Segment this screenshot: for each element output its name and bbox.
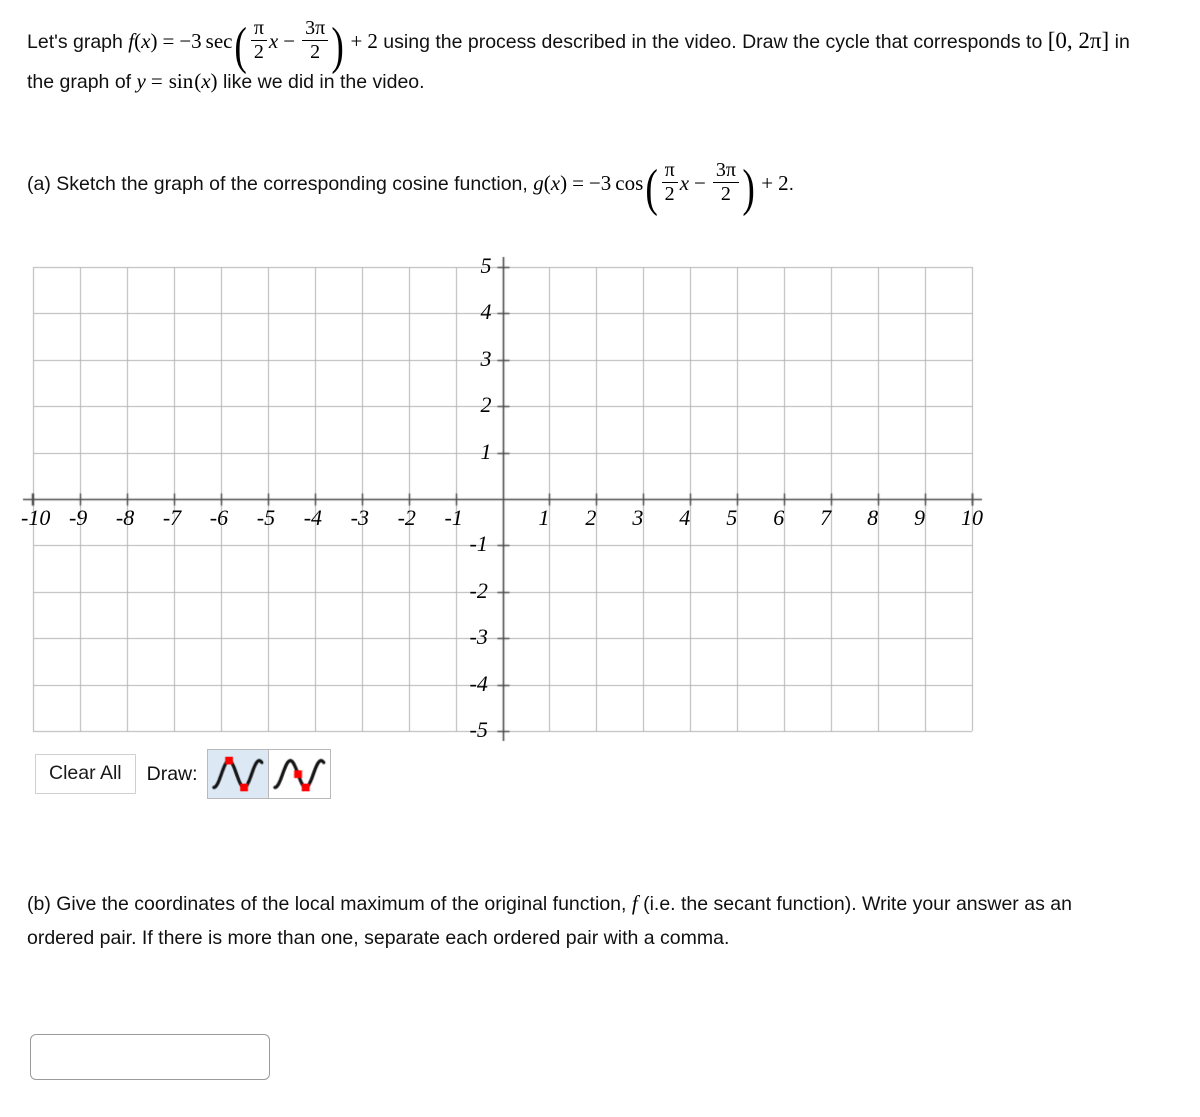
x-tick-label: 7	[820, 505, 832, 530]
minus-sign: −	[283, 28, 296, 53]
y-tick-label: 2	[480, 392, 492, 418]
x-tick-label: -3	[350, 505, 369, 530]
fraction-denominator: 2	[661, 182, 678, 205]
x-tick-label: -1	[444, 505, 463, 530]
graph-canvas[interactable]	[0, 250, 1010, 755]
part-a-prefix: (a) Sketch the graph of the correspondin…	[27, 172, 528, 195]
plus-sign: +	[350, 28, 363, 53]
g-symbol: g	[533, 170, 544, 195]
arg-variable: x	[268, 28, 279, 53]
part-b-line1-end: (i.e. the secant function).	[643, 893, 857, 915]
three-pi-over-2-fraction: 3π 2	[302, 17, 329, 63]
y-tick-label: -1	[469, 531, 488, 557]
x-tick-label: -6	[209, 505, 229, 530]
function-g-definition: g(x) = −3 cos(π 2 x −3π 2) +2	[533, 159, 789, 218]
x-tick-label: -8	[115, 505, 135, 530]
intro-line2-a: cycle that corresponds to	[825, 30, 1043, 53]
amplitude-coefficient: −3	[588, 170, 612, 195]
x-tick-label: -7	[162, 505, 182, 530]
intro-text-after: using the process described in the video…	[383, 30, 821, 53]
x-tick-label: 1	[538, 505, 550, 530]
intro-line2-c: like we did in the video.	[222, 71, 425, 94]
fraction-denominator: 2	[250, 40, 267, 63]
part-a-period: .	[788, 172, 795, 195]
x-tick-label: 2	[585, 505, 597, 530]
fraction-numerator: π	[664, 159, 675, 181]
part-a-paragraph: (a) Sketch the graph of the correspondin…	[27, 159, 1137, 218]
answer-input[interactable]	[30, 1034, 270, 1080]
minus-sign: −	[694, 170, 706, 195]
fraction-numerator: 3π	[305, 17, 326, 39]
y-tick-label: -3	[469, 624, 488, 650]
y-equals-sine: y = sin(x)	[136, 69, 218, 94]
plus-sign: +	[761, 170, 774, 195]
y-tick-label: -4	[469, 670, 488, 696]
vertical-shift: 2	[778, 170, 789, 195]
x-tick-label: -5	[256, 505, 276, 530]
y-tick-label: 4	[480, 299, 492, 325]
x-tick-label: 5	[726, 505, 738, 530]
equals-sign: =	[572, 170, 584, 195]
intro-paragraph: Let's graph f(x) = −3 sec(π 2 x −3π 2) +2 using …	[27, 17, 1137, 100]
x-tick-label: -4	[303, 505, 323, 530]
drawing-toolbar: Clear All Draw:	[35, 749, 331, 799]
x-tick-label: -2	[397, 505, 416, 530]
x-tick-label: 9	[914, 505, 926, 530]
x-tick-label: -10	[21, 505, 51, 530]
part-b-line1: (b) Give the coordinates of the local ma…	[27, 893, 627, 915]
equals-sign: =	[162, 28, 175, 53]
pi-over-2-fraction: π2	[250, 17, 267, 63]
pi-over-2-fraction: π2	[661, 159, 678, 205]
x-tick-label: -9	[68, 505, 88, 530]
y-tick-label: -5	[469, 717, 488, 742]
vertical-shift: 2	[367, 28, 378, 53]
draw-label: Draw:	[146, 762, 198, 785]
y-tick-label: -2	[469, 577, 488, 603]
coordinate-grid-plot[interactable]: -10 -9 -8 -7 -6 -5 -4 -3 -2 -1 1 2 3 4 5 6 7 8 9 10 5 4 3 2 1 -1 -…	[0, 250, 1010, 755]
sec-operator: sec	[205, 28, 233, 53]
fraction-denominator: 2	[712, 182, 739, 205]
amplitude-coefficient: −3	[179, 28, 202, 53]
fraction-numerator: 3π	[715, 159, 736, 181]
part-b-line3: comma.	[660, 926, 730, 949]
y-tick-label: 3	[480, 345, 492, 371]
sine-peak-trough-tool[interactable]	[206, 749, 269, 799]
x-tick-label: 3	[632, 505, 644, 530]
fraction-numerator: π	[253, 17, 264, 39]
x-tick-label: 10	[961, 505, 983, 530]
g-variable: x	[550, 170, 561, 195]
y-tick-label: 5	[480, 253, 492, 278]
x-tick-label: 6	[773, 505, 785, 530]
function-f-definition: f(x) = −3 sec(π 2 x −3π 2) +2	[128, 17, 378, 76]
part-b-paragraph: (b) Give the coordinates of the local ma…	[27, 885, 1132, 955]
x-tick-label: 4	[679, 505, 691, 530]
intro-text-before: Let's graph	[27, 30, 123, 53]
arg-variable: x	[679, 170, 690, 195]
sine-peak-midline-tool[interactable]	[268, 749, 331, 799]
three-pi-over-2-fraction: 3π 2	[712, 159, 739, 205]
f-symbol: f	[631, 891, 638, 915]
clear-all-button[interactable]: Clear All	[35, 754, 136, 794]
interval-notation: [0, 2π]	[1047, 27, 1110, 53]
x-tick-label: 8	[867, 505, 879, 530]
fraction-denominator: 2	[302, 40, 329, 63]
y-tick-label: 1	[480, 438, 492, 464]
cos-operator: cos	[615, 170, 644, 195]
draw-tool-group	[206, 749, 331, 799]
